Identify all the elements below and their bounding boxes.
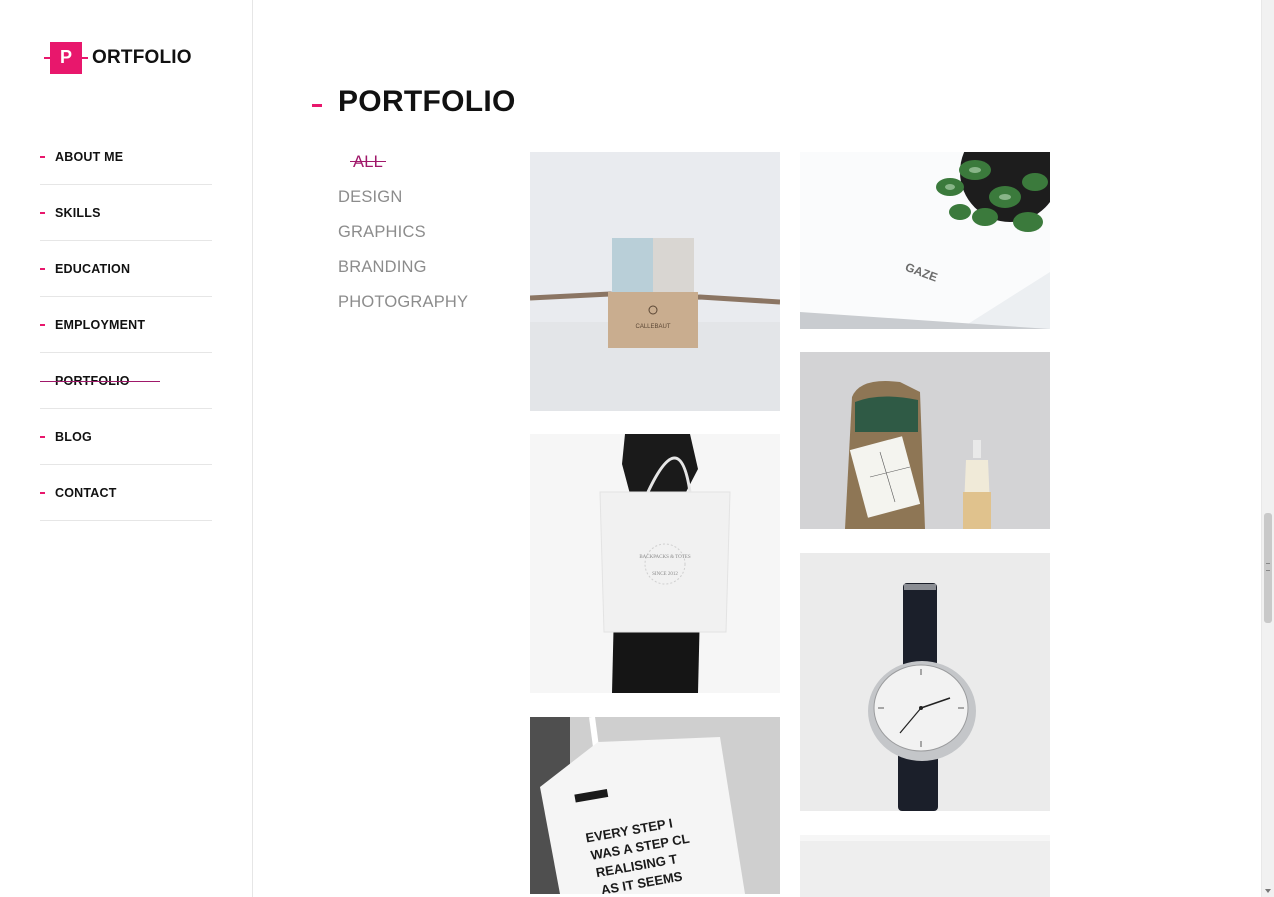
nav-item-label: ABOUT ME	[55, 149, 124, 164]
filter-branding[interactable]: BRANDING	[338, 255, 518, 290]
filter-design[interactable]: DESIGN	[338, 185, 518, 220]
nav-item-employment[interactable]: EMPLOYMENT	[40, 297, 212, 353]
main-content: PORTFOLIO ALL DESIGN GRAPHICS BRANDING P…	[253, 0, 1262, 897]
portfolio-item-box[interactable]: CALLEBAUT	[530, 152, 780, 411]
nav-dash	[40, 492, 45, 494]
filter-label: GRAPHICS	[338, 223, 426, 241]
logo[interactable]: P ORTFOLIO	[44, 41, 192, 74]
portfolio-item-bottle[interactable]	[800, 352, 1050, 529]
title-dash	[312, 104, 322, 107]
nav-dash	[40, 268, 45, 270]
nav-item-label: CONTACT	[55, 485, 117, 500]
portfolio-item-watch[interactable]	[800, 553, 1050, 811]
watch-photo	[800, 553, 1050, 811]
nav-dash	[40, 436, 45, 438]
filter-label: BRANDING	[338, 258, 427, 276]
filter-label: PHOTOGRAPHY	[338, 293, 469, 311]
nav-item-education[interactable]: EDUCATION	[40, 241, 212, 297]
scroll-down-arrow-icon[interactable]	[1265, 889, 1271, 893]
filter-label: ALL	[353, 153, 383, 171]
nav-item-label: EMPLOYMENT	[55, 317, 146, 332]
nav-item-blog[interactable]: BLOG	[40, 409, 212, 465]
nav-item-contact[interactable]: CONTACT	[40, 465, 212, 521]
portfolio-item-tote[interactable]: BACKPACKS & TOTES SINCE 2012	[530, 434, 780, 693]
filter-label: DESIGN	[338, 188, 403, 206]
portfolio-item-bag[interactable]: EVERY STEP I WAS A STEP CL REALISING T A…	[530, 717, 780, 894]
nav-dash	[40, 156, 45, 158]
tote-print-since: SINCE 2012	[652, 572, 678, 577]
logo-letter: P	[59, 47, 72, 67]
filter-active-strike	[350, 161, 386, 162]
box-photo: CALLEBAUT	[530, 152, 780, 411]
nav-item-label: BLOG	[55, 429, 92, 444]
nav-active-line	[40, 381, 160, 382]
logo-text: ORTFOLIO	[92, 46, 192, 68]
nav-item-about-me[interactable]: ABOUT ME	[40, 129, 212, 185]
nav-item-label: SKILLS	[55, 205, 101, 220]
page-title: PORTFOLIO	[338, 85, 516, 118]
page-scrollbar[interactable]	[1261, 0, 1274, 897]
filter-photography[interactable]: PHOTOGRAPHY	[338, 290, 518, 325]
nav-item-skills[interactable]: SKILLS	[40, 185, 212, 241]
sidebar: P ORTFOLIO ABOUT ME SKILLS EDUCATION EMP…	[0, 0, 253, 897]
tote-print-text: BACKPACKS & TOTES	[639, 555, 691, 560]
bottle-photo	[800, 352, 1050, 529]
nav-item-portfolio[interactable]: PORTFOLIO	[40, 353, 212, 409]
nav-dash	[40, 212, 45, 214]
portfolio-filters: ALL DESIGN GRAPHICS BRANDING PHOTOGRAPHY	[338, 150, 518, 325]
scrollbar-grip-icon	[1266, 563, 1270, 571]
tote-photo: BACKPACKS & TOTES SINCE 2012	[530, 434, 780, 693]
filter-all[interactable]: ALL	[338, 150, 518, 185]
bag-photo: EVERY STEP I WAS A STEP CL REALISING T A…	[530, 717, 780, 894]
nav-dash	[40, 324, 45, 326]
nav-item-label: EDUCATION	[55, 261, 131, 276]
card-photo: GAZE	[800, 152, 1050, 329]
main-nav: ABOUT ME SKILLS EDUCATION EMPLOYMENT POR…	[40, 129, 212, 521]
portfolio-item-card[interactable]: GAZE	[800, 152, 1050, 329]
scrollbar-thumb[interactable]	[1264, 513, 1272, 623]
filter-graphics[interactable]: GRAPHICS	[338, 220, 518, 255]
portfolio-item-partial[interactable]	[800, 835, 1050, 897]
partial-photo	[800, 835, 1050, 897]
box-label: CALLEBAUT	[635, 324, 670, 330]
logo-mark: P	[50, 41, 82, 74]
